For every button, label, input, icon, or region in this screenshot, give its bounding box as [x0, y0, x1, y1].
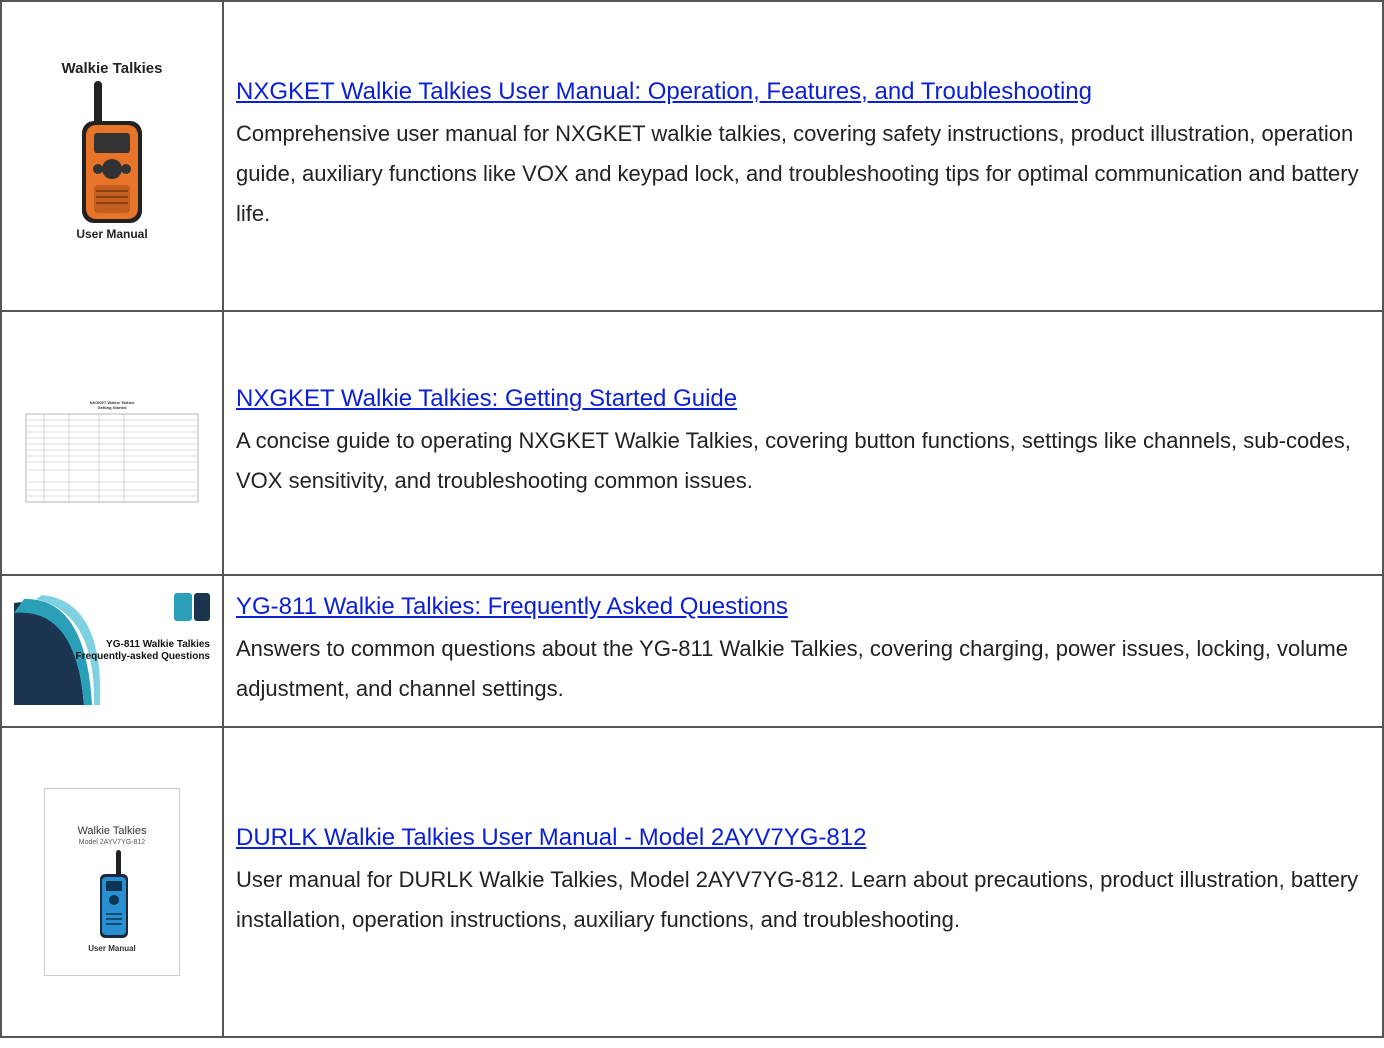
result-summary: A concise guide to operating NXGKET Walk… — [236, 428, 1351, 493]
result-row: NXGKET Walkie Talkies Getting Started NX… — [0, 310, 1384, 576]
faq-title-line2: Frequently-asked Questions — [75, 650, 210, 662]
thumbnail-cell: Walkie Talkies Model 2AYV7YG-812 User Ma… — [0, 726, 224, 1038]
result-summary: Comprehensive user manual for NXGKET wal… — [236, 121, 1359, 226]
result-summary: User manual for DURLK Walkie Talkies, Mo… — [236, 867, 1359, 932]
description-cell: NXGKET Walkie Talkies User Manual: Opera… — [222, 0, 1384, 312]
cover-heading: Walkie Talkies — [77, 825, 147, 837]
result-row: Walkie Talkies User Manual NXGKET Walkie… — [0, 0, 1384, 312]
thumbnail-cell: NXGKET Walkie Talkies Getting Started — [0, 310, 224, 576]
description-cell: DURLK Walkie Talkies User Manual - Model… — [222, 726, 1384, 1038]
guide-subheading: Getting Started — [97, 405, 127, 410]
result-title-link[interactable]: NXGKET Walkie Talkies User Manual: Opera… — [236, 78, 1370, 106]
manual-cover-thumbnail[interactable]: Walkie Talkies Model 2AYV7YG-812 User Ma… — [44, 788, 180, 976]
result-row: Walkie Talkies Model 2AYV7YG-812 User Ma… — [0, 726, 1384, 1038]
faq-title-line1: YG-811 Walkie Talkies — [106, 638, 210, 650]
cover-footer: User Manual — [76, 227, 148, 241]
manual-cover-thumbnail[interactable]: Walkie Talkies User Manual — [32, 56, 192, 256]
result-title-link[interactable]: YG-811 Walkie Talkies: Frequently Asked … — [236, 593, 1370, 621]
result-summary: Answers to common questions about the YG… — [236, 636, 1348, 701]
thumbnail-cell: YG-811 Walkie Talkies Frequently-asked Q… — [0, 574, 224, 728]
walkie-talkie-icon — [82, 81, 142, 223]
result-title-link[interactable]: NXGKET Walkie Talkies: Getting Started G… — [236, 385, 1370, 413]
cover-heading: Walkie Talkies — [61, 60, 163, 77]
results-table: Walkie Talkies User Manual NXGKET Walkie… — [0, 0, 1384, 1038]
guide-page-thumbnail[interactable]: NXGKET Walkie Talkies Getting Started — [22, 378, 202, 508]
description-cell: YG-811 Walkie Talkies: Frequently Asked … — [222, 574, 1384, 728]
faq-cover-thumbnail[interactable]: YG-811 Walkie Talkies Frequently-asked Q… — [14, 592, 210, 705]
result-row: YG-811 Walkie Talkies Frequently-asked Q… — [0, 574, 1384, 728]
walkie-talkie-icon — [100, 850, 128, 938]
guide-table-graphic — [25, 413, 199, 503]
result-title-link[interactable]: DURLK Walkie Talkies User Manual - Model… — [236, 824, 1370, 852]
cover-footer: User Manual — [88, 944, 136, 953]
cover-model: Model 2AYV7YG-812 — [78, 839, 146, 846]
description-cell: NXGKET Walkie Talkies: Getting Started G… — [222, 310, 1384, 576]
thumbnail-cell: Walkie Talkies User Manual — [0, 0, 224, 312]
